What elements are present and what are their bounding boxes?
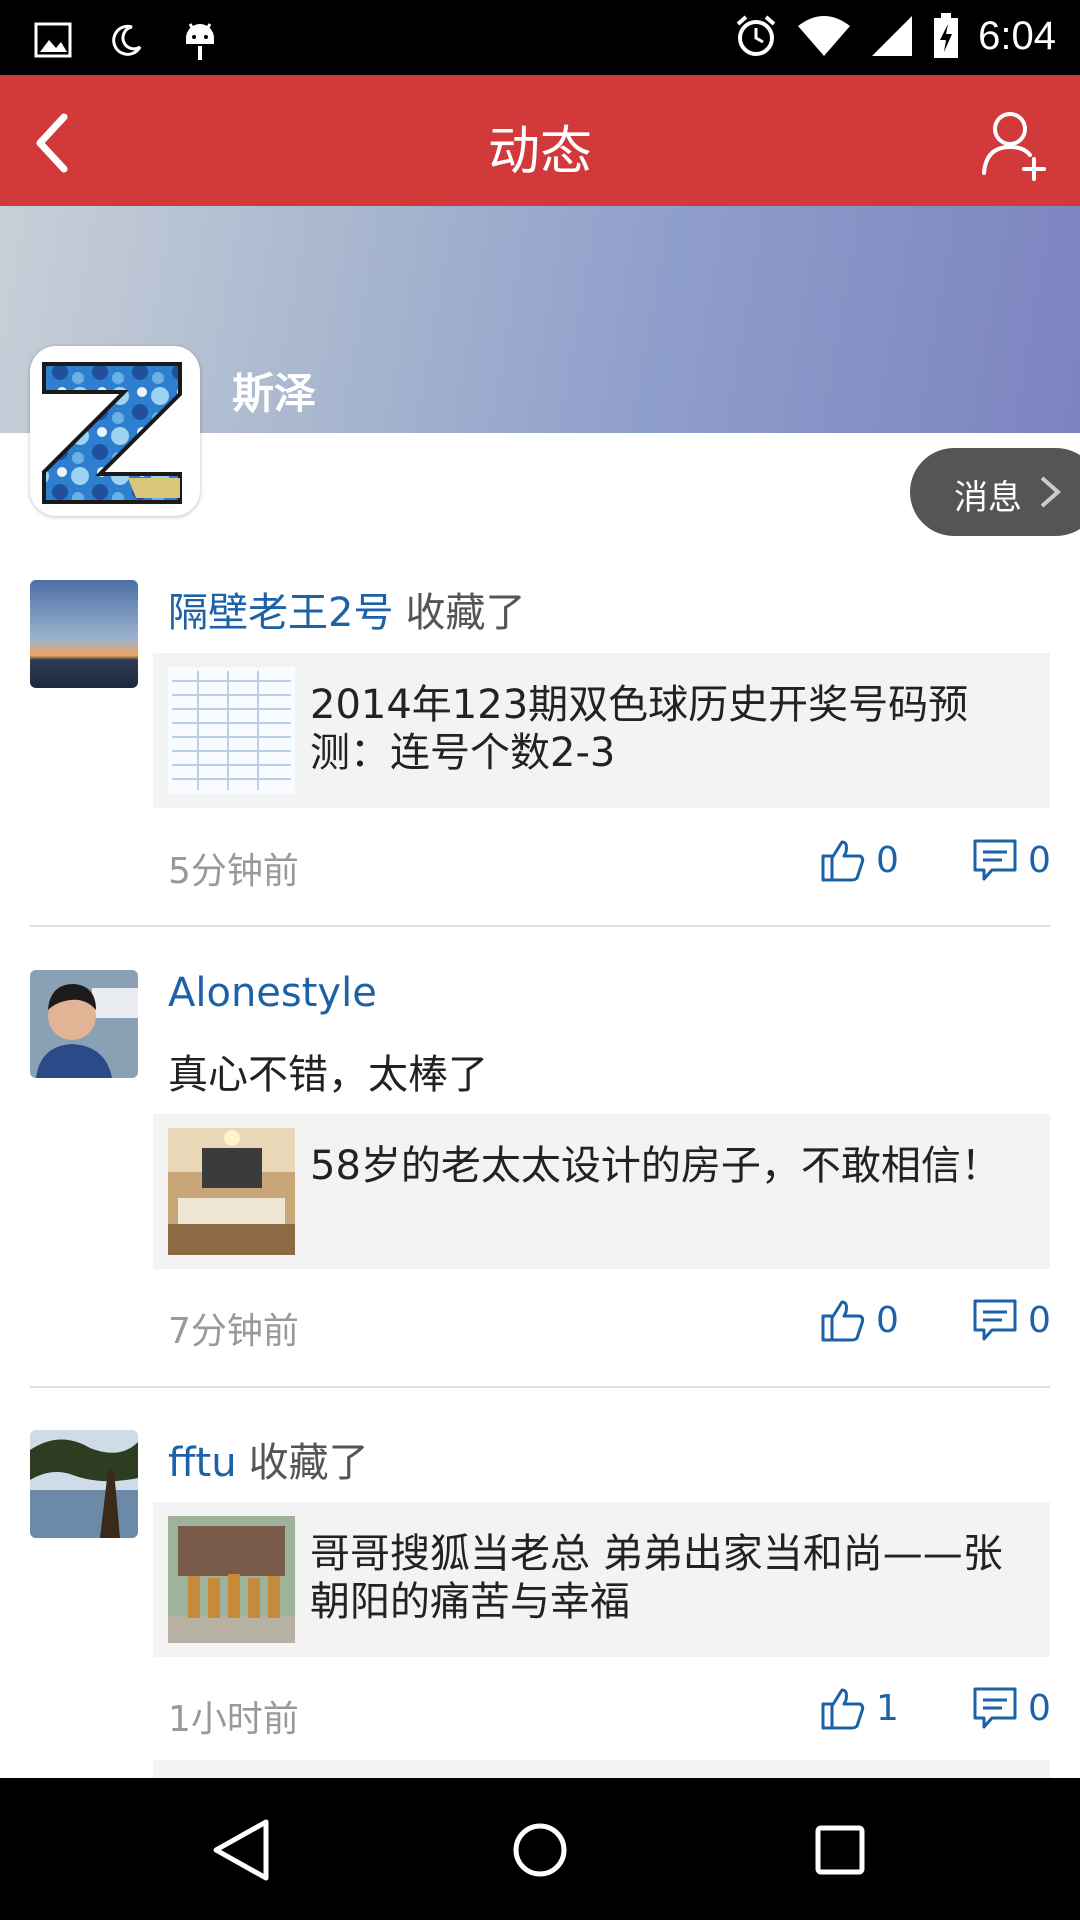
signal-icon — [872, 16, 913, 56]
top-app-bar: 动态 — [0, 75, 1080, 206]
group-photo-image — [168, 1516, 295, 1643]
username[interactable]: 隔壁老王2号 — [168, 590, 393, 636]
moon-icon — [112, 24, 142, 56]
user-avatar[interactable] — [30, 1430, 138, 1538]
activity-line: Alonestyle — [168, 970, 377, 1016]
nav-back-button[interactable] — [200, 1808, 284, 1892]
add-user-icon — [982, 112, 1046, 181]
square-recents-icon — [815, 1825, 865, 1875]
comment-text: 真心不错，太棒了 — [168, 1052, 488, 1098]
chevron-right-icon — [1040, 476, 1062, 508]
article-thumbnail — [168, 1516, 295, 1643]
thumbs-up-icon — [821, 1688, 865, 1730]
divider — [30, 1386, 1050, 1388]
article-thumbnail — [168, 1128, 295, 1255]
camo-z-logo-icon — [42, 362, 182, 504]
comment-button[interactable]: 0 — [972, 1686, 1051, 1730]
like-count: 0 — [876, 1299, 899, 1341]
like-count: 1 — [876, 1687, 899, 1729]
article-card[interactable]: 2014年123期双色球历史开奖号码预测：连号个数2-3 — [153, 653, 1050, 808]
wifi-icon — [798, 16, 851, 56]
like-count: 0 — [876, 839, 899, 881]
comment-button[interactable]: 0 — [972, 1298, 1051, 1342]
thumbs-up-icon — [821, 840, 865, 882]
comment-count: 0 — [1028, 1687, 1051, 1729]
android-icon — [186, 23, 214, 60]
comment-icon — [973, 839, 1017, 881]
add-friend-button[interactable] — [976, 103, 1056, 183]
post-time: 7分钟前 — [168, 1311, 299, 1352]
clock-time: 6:04 — [978, 13, 1056, 58]
article-card[interactable]: 58岁的老太太设计的房子，不敢相信！ — [153, 1114, 1050, 1269]
comment-preview-box — [153, 1760, 1050, 1778]
living-room-image — [168, 1128, 295, 1255]
circle-home-icon — [513, 1823, 567, 1877]
comment-count: 0 — [1028, 839, 1051, 881]
alarm-icon — [736, 15, 776, 56]
messages-button[interactable]: 消息 — [910, 448, 1080, 536]
divider — [30, 925, 1050, 927]
lottery-table-image — [168, 667, 295, 794]
article-card[interactable]: 哥哥搜狐当老总 弟弟出家当和尚——张朝阳的痛苦与幸福 — [153, 1502, 1050, 1657]
nav-recents-button[interactable] — [798, 1808, 882, 1892]
activity-line: 隔壁老王2号 收藏了 — [168, 580, 525, 638]
article-title: 58岁的老太太设计的房子，不敢相信！ — [310, 1143, 1001, 1189]
page-title: 动态 — [487, 122, 592, 182]
article-thumbnail — [168, 667, 295, 794]
profile-avatar[interactable] — [30, 346, 200, 516]
status-bar: 6:04 — [0, 0, 1080, 75]
activity-action: 收藏了 — [405, 590, 526, 636]
article-title: 2014年123期双色球历史开奖号码预测：连号个数2-3 — [310, 682, 969, 776]
article-title: 哥哥搜狐当老总 弟弟出家当和尚——张朝阳的痛苦与幸福 — [310, 1531, 1003, 1625]
activity-action: 收藏了 — [248, 1440, 369, 1486]
comment-icon — [973, 1687, 1017, 1729]
tree-coast-avatar — [30, 1430, 138, 1538]
like-button[interactable]: 0 — [820, 838, 899, 882]
username[interactable]: fftu — [168, 1440, 237, 1486]
post-time: 5分钟前 — [168, 851, 299, 892]
comment-icon — [973, 1299, 1017, 1341]
system-nav-bar — [0, 1778, 1080, 1920]
username[interactable]: Alonestyle — [168, 970, 377, 1016]
person-photo-avatar — [30, 970, 138, 1078]
profile-name: 斯泽 — [232, 369, 317, 418]
battery-charging-icon — [934, 13, 959, 58]
user-avatar[interactable] — [30, 580, 138, 688]
comment-count: 0 — [1028, 1299, 1051, 1341]
user-avatar[interactable] — [30, 970, 138, 1078]
messages-button-label: 消息 — [954, 478, 1022, 518]
triangle-back-icon — [213, 1819, 269, 1881]
like-button[interactable]: 0 — [820, 1298, 899, 1342]
like-button[interactable]: 1 — [820, 1686, 899, 1730]
post-time: 1小时前 — [168, 1699, 299, 1740]
image-icon — [34, 22, 72, 58]
sunset-sea-avatar — [30, 580, 138, 688]
activity-line: fftu 收藏了 — [168, 1430, 369, 1488]
nav-home-button[interactable] — [498, 1808, 582, 1892]
comment-button[interactable]: 0 — [972, 838, 1051, 882]
thumbs-up-icon — [821, 1300, 865, 1342]
